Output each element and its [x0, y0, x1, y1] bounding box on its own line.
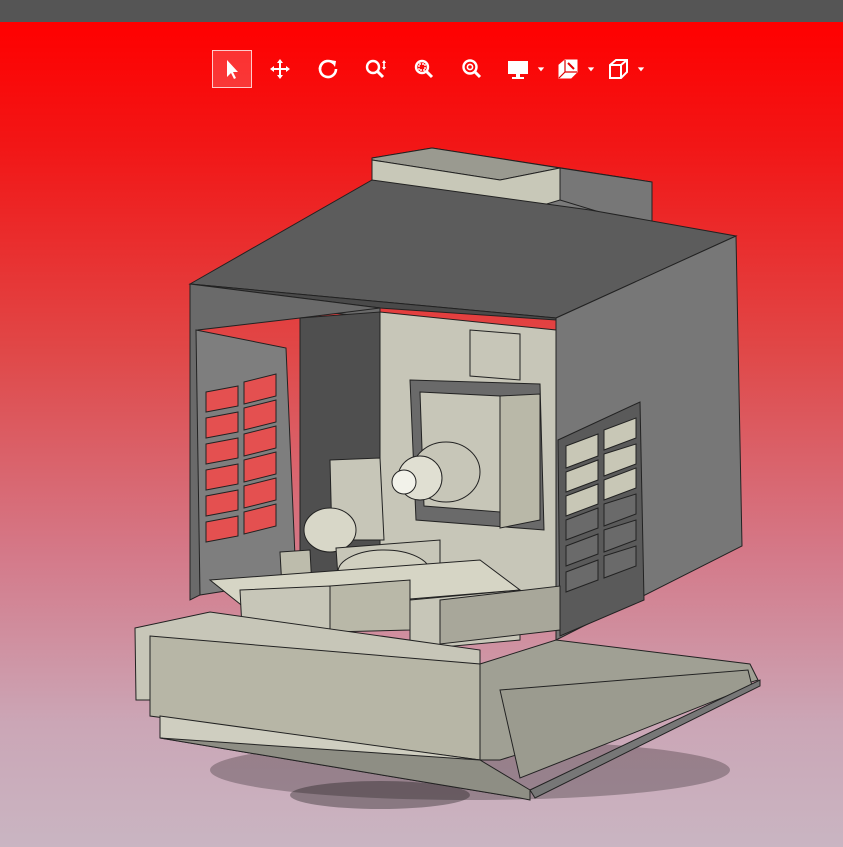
chevron-down-icon [537, 67, 545, 72]
view-cube-icon [609, 59, 628, 79]
zoom-fit-icon [462, 59, 482, 79]
pan-button[interactable] [260, 50, 300, 88]
section-cut-dropdown[interactable] [550, 50, 596, 88]
section-cut-icon [558, 59, 578, 79]
view-orientation-dropdown[interactable] [600, 50, 646, 88]
view-toolbar [212, 50, 650, 88]
zoom-in-out-icon [365, 59, 386, 79]
rotate-button[interactable] [308, 50, 348, 88]
display-mode-dropdown[interactable] [500, 50, 546, 88]
zoom-in-out-button[interactable] [356, 50, 396, 88]
pan-move-icon [270, 59, 290, 79]
chevron-down-icon [587, 67, 595, 72]
chevron-down-icon [637, 67, 645, 72]
top-bar [0, 0, 843, 22]
zoom-window-button[interactable] [404, 50, 444, 88]
select-arrow-button[interactable] [212, 50, 252, 88]
rotate-icon [318, 59, 338, 79]
display-monitor-icon [508, 61, 528, 79]
3d-viewport[interactable] [0, 22, 843, 847]
zoom-fit-button[interactable] [452, 50, 492, 88]
zoom-window-icon [414, 59, 434, 79]
select-arrow-icon [227, 60, 238, 79]
machine-3d-model[interactable] [0, 22, 843, 847]
